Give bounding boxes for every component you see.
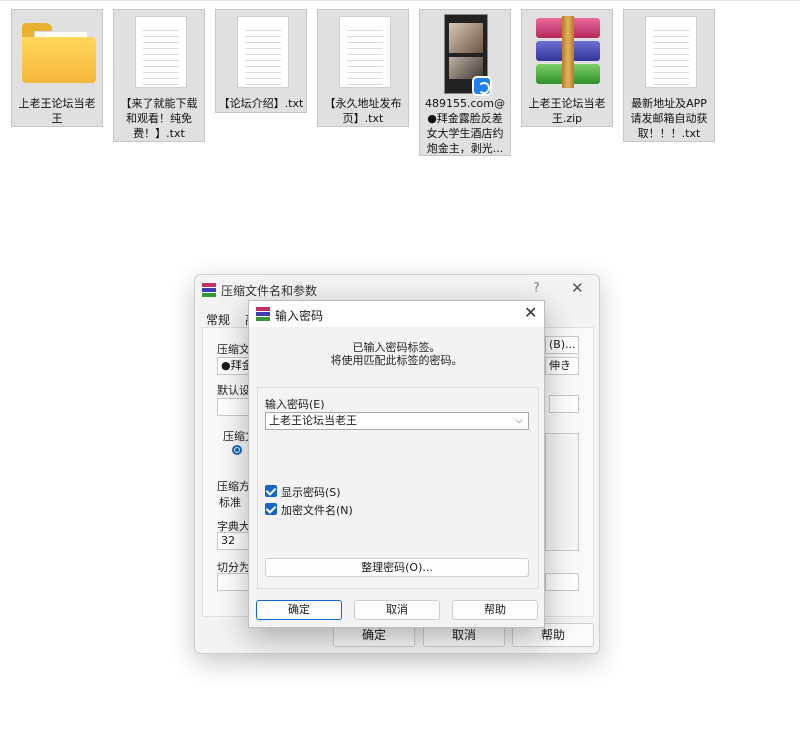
winrar-archive-icon — [536, 16, 600, 88]
ok-button[interactable]: 确定 — [256, 600, 342, 620]
profiles-button[interactable] — [217, 398, 251, 416]
password-value: 上老王论坛当老王 — [269, 414, 357, 427]
set-password-button[interactable] — [545, 573, 579, 591]
update-mode-select[interactable]: 伸き — [545, 357, 579, 375]
file-label: 489155.com@●拜金露脸反差女大学生酒店约炮金主，剥光... — [425, 97, 505, 155]
dictionary-size-select[interactable]: 32 — [217, 532, 251, 550]
winrar-app-icon — [202, 283, 216, 297]
compression-method-value[interactable]: 标准 — [219, 494, 241, 510]
info-message-line2: 将使用匹配此标签的密码。 — [330, 354, 463, 367]
encrypt-filenames-label[interactable]: 加密文件名(N) — [281, 502, 353, 518]
file-label: 上老王论坛当老王 — [18, 97, 96, 125]
password-label: 输入密码(E) — [265, 398, 325, 411]
split-volumes-input[interactable] — [217, 573, 251, 591]
options-select[interactable] — [549, 395, 579, 413]
file-item-folder[interactable]: 上老王论坛当老王 — [11, 9, 103, 127]
file-label: 最新地址及APP请发邮箱自动获取！！！.txt — [630, 97, 708, 140]
file-item-txt[interactable]: 【来了就能下载和观看！纯免费！】.txt — [113, 9, 205, 142]
help-button[interactable]: 帮助 — [452, 600, 538, 620]
file-label: 【永久地址发布页】.txt — [324, 97, 402, 125]
file-label: 【论坛介绍】.txt — [218, 97, 304, 110]
file-item-txt[interactable]: 【论坛介绍】.txt — [215, 9, 307, 113]
cancel-button[interactable]: 取消 — [354, 600, 440, 620]
file-label: 【来了就能下载和观看！纯免费！】.txt — [120, 97, 198, 140]
text-file-icon — [135, 16, 187, 88]
window-title: 压缩文件名和参数 — [221, 284, 318, 298]
file-item-zip[interactable]: 上老王论坛当老王.zip — [521, 9, 613, 127]
text-file-icon — [237, 16, 289, 88]
password-input[interactable]: 上老王论坛当老王 ⌵ — [265, 412, 529, 430]
browse-button[interactable]: (B)... — [545, 336, 579, 354]
organize-passwords-button[interactable]: 整理密码(O)... — [265, 558, 529, 577]
close-icon[interactable]: ✕ — [571, 279, 584, 297]
help-question-icon[interactable]: ? — [533, 281, 540, 296]
format-rar-radio[interactable] — [232, 445, 242, 455]
text-file-icon — [339, 16, 391, 88]
dialog-title: 输入密码 — [275, 309, 324, 323]
player-badge-icon — [472, 76, 492, 96]
close-icon[interactable]: ✕ — [524, 303, 537, 322]
show-password-checkbox[interactable] — [265, 485, 277, 497]
folder-icon — [22, 23, 96, 83]
archive-options-group — [545, 433, 579, 551]
file-item-video[interactable]: 489155.com@●拜金露脸反差女大学生酒店约炮金主，剥光... — [419, 9, 511, 156]
show-password-label[interactable]: 显示密码(S) — [281, 484, 341, 500]
dialog-titlebar: 输入密码 ✕ — [249, 301, 544, 327]
tab-general[interactable]: 常规 — [206, 311, 230, 328]
encrypt-filenames-checkbox[interactable] — [265, 503, 277, 515]
file-label: 上老王论坛当老王.zip — [528, 97, 606, 125]
file-item-txt[interactable]: 【永久地址发布页】.txt — [317, 9, 409, 127]
file-item-txt[interactable]: 最新地址及APP请发邮箱自动获取！！！.txt — [623, 9, 715, 142]
winrar-app-icon — [256, 307, 270, 321]
chevron-down-icon[interactable]: ⌵ — [515, 413, 523, 429]
top-divider — [0, 0, 800, 1]
text-file-icon — [645, 16, 697, 88]
enter-password-dialog: 输入密码 ✕ 已输入密码标签。 将使用匹配此标签的密码。 输入密码(E) 上老王… — [248, 300, 545, 628]
